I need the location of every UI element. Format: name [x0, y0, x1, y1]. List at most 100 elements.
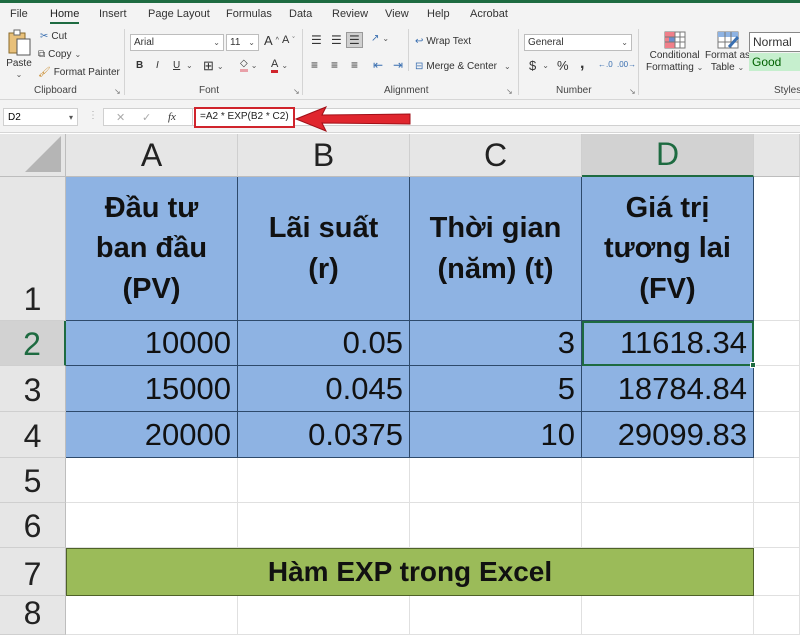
name-box[interactable]: D2 ▾: [3, 108, 78, 126]
grow-font-button[interactable]: A ^: [264, 33, 279, 48]
row-header-2[interactable]: 2: [0, 321, 66, 366]
cut-button[interactable]: ✂ Cut: [40, 31, 67, 42]
style-good[interactable]: Good: [749, 53, 800, 71]
row-header-6[interactable]: 6: [0, 503, 66, 548]
italic-button[interactable]: I: [156, 60, 159, 71]
orientation-button[interactable]: ↗ ⌄: [371, 33, 389, 44]
enter-icon[interactable]: ✓: [142, 111, 151, 124]
cell-a4[interactable]: 20000: [66, 412, 238, 458]
tab-help[interactable]: Help: [427, 8, 450, 20]
align-center-button[interactable]: ≡: [331, 58, 338, 72]
select-all-button[interactable]: [0, 134, 66, 177]
column-header-a[interactable]: A: [66, 134, 238, 177]
decrease-decimal-button[interactable]: .00→: [617, 60, 636, 69]
comma-style-button[interactable]: ,: [580, 55, 584, 73]
dialog-launcher-icon[interactable]: ↘: [114, 87, 121, 96]
row-header-5[interactable]: 5: [0, 458, 66, 503]
align-left-button[interactable]: ≡: [311, 58, 318, 72]
tab-view[interactable]: View: [385, 8, 409, 20]
cell-b5[interactable]: [238, 458, 410, 503]
formula-text[interactable]: =A2 * EXP(B2 * C2): [194, 107, 295, 128]
cell-c2[interactable]: 3: [410, 321, 582, 366]
cell-d6[interactable]: [582, 503, 754, 548]
cell-d4[interactable]: 29099.83: [582, 412, 754, 458]
cell-a2[interactable]: 10000: [66, 321, 238, 366]
dialog-launcher-icon[interactable]: ↘: [629, 87, 636, 96]
insert-function-icon[interactable]: fx: [168, 111, 176, 123]
column-header-c[interactable]: C: [410, 134, 582, 177]
increase-indent-button[interactable]: ⇥: [393, 58, 403, 72]
font-size-dropdown[interactable]: 11 ⌄: [226, 34, 259, 51]
chevron-down-icon[interactable]: ⌄: [186, 61, 193, 70]
tab-insert[interactable]: Insert: [99, 8, 127, 20]
wrap-text-button[interactable]: ↩ Wrap Text: [415, 36, 471, 47]
cancel-icon[interactable]: ✕: [116, 111, 125, 124]
banner-merged-cell[interactable]: Hàm EXP trong Excel: [66, 548, 754, 596]
cell-c8[interactable]: [410, 596, 582, 635]
underline-button[interactable]: U: [173, 60, 180, 71]
cell-c4[interactable]: 10: [410, 412, 582, 458]
cell-d8[interactable]: [582, 596, 754, 635]
number-format-dropdown[interactable]: General ⌄: [524, 34, 632, 51]
style-normal[interactable]: Normal: [749, 32, 800, 52]
cell-c3[interactable]: 5: [410, 366, 582, 412]
column-header-b[interactable]: B: [238, 134, 410, 177]
tab-review[interactable]: Review: [332, 8, 368, 20]
fill-handle[interactable]: [750, 362, 756, 368]
conditional-formatting-button[interactable]: Conditional Formatting ⌄: [646, 31, 703, 73]
cell-d2[interactable]: 11618.34: [582, 321, 754, 366]
cell-b2[interactable]: 0.05: [238, 321, 410, 366]
cell-e6[interactable]: [754, 503, 800, 548]
row-header-8[interactable]: 8: [0, 595, 66, 635]
row-header-1[interactable]: 1: [0, 177, 66, 321]
cell-a5[interactable]: [66, 458, 238, 503]
fill-color-button[interactable]: ◇ ⌄: [240, 58, 257, 72]
cell-c5[interactable]: [410, 458, 582, 503]
tab-file[interactable]: File: [10, 8, 28, 20]
dialog-launcher-icon[interactable]: ↘: [293, 87, 300, 96]
cell-a3[interactable]: 15000: [66, 366, 238, 412]
currency-button[interactable]: $ ⌄: [529, 58, 549, 73]
tab-data[interactable]: Data: [289, 8, 312, 20]
cell-c1[interactable]: Thời gian (năm) (t): [410, 177, 582, 321]
row-header-4[interactable]: 4: [0, 412, 66, 458]
decrease-indent-button[interactable]: ⇤: [373, 58, 383, 72]
cell-d3[interactable]: 18784.84: [582, 366, 754, 412]
font-color-button[interactable]: A ⌄: [271, 58, 288, 73]
bold-button[interactable]: B: [136, 60, 143, 71]
cell-d5[interactable]: [582, 458, 754, 503]
row-header-3[interactable]: 3: [0, 366, 66, 412]
cell-b4[interactable]: 0.0375: [238, 412, 410, 458]
font-name-dropdown[interactable]: Arial ⌄: [130, 34, 224, 51]
tab-formulas[interactable]: Formulas: [226, 8, 272, 20]
cell-e5[interactable]: [754, 458, 800, 503]
align-right-button[interactable]: ≡: [351, 58, 358, 72]
tab-acrobat[interactable]: Acrobat: [470, 8, 508, 20]
shrink-font-button[interactable]: Aˇ: [282, 34, 295, 46]
tab-home[interactable]: Home: [50, 8, 80, 24]
cell-b1[interactable]: Lãi suất (r): [238, 177, 410, 321]
increase-decimal-button[interactable]: ←.0: [598, 60, 613, 69]
cell-b6[interactable]: [238, 503, 410, 548]
cell-e4[interactable]: [754, 412, 800, 458]
tab-page-layout[interactable]: Page Layout: [148, 8, 210, 20]
cell-e8[interactable]: [754, 596, 800, 635]
cell-d1[interactable]: Giá trị tương lai (FV): [582, 177, 754, 321]
cell-c6[interactable]: [410, 503, 582, 548]
column-header-e[interactable]: [754, 134, 800, 177]
row-header-7[interactable]: 7: [0, 548, 66, 596]
paste-button[interactable]: Paste ⌄: [6, 29, 32, 79]
align-bottom-button[interactable]: ☰: [346, 32, 363, 48]
align-middle-button[interactable]: ☰: [331, 33, 342, 47]
cell-a6[interactable]: [66, 503, 238, 548]
cell-e3[interactable]: [754, 366, 800, 412]
cell-a8[interactable]: [66, 596, 238, 635]
cell-e1[interactable]: [754, 177, 800, 321]
cell-b3[interactable]: 0.045: [238, 366, 410, 412]
column-header-d[interactable]: D: [582, 134, 754, 177]
borders-button[interactable]: ⊞ ⌄: [203, 58, 224, 74]
copy-button[interactable]: ⧉ Copy ⌄: [38, 49, 81, 60]
cell-e2[interactable]: [754, 321, 800, 366]
percent-button[interactable]: %: [557, 58, 569, 73]
merge-center-button[interactable]: ⊟ Merge & Center ⌄: [415, 61, 511, 72]
